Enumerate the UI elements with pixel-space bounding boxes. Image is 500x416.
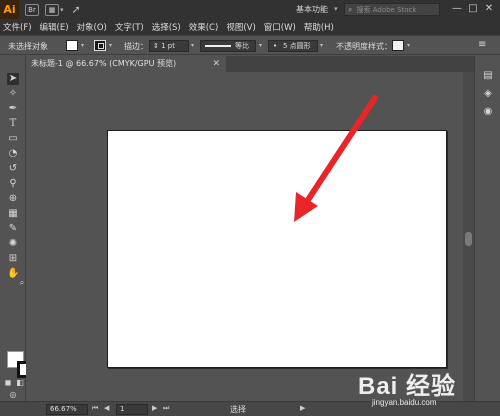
warp-tool-icon[interactable]: ⚲ — [7, 178, 19, 190]
shaper-tool-icon[interactable]: ◔ — [7, 148, 19, 160]
search-placeholder: 搜索 Adobe Stock — [356, 5, 417, 14]
stroke-label[interactable]: 描边： — [124, 41, 148, 52]
arrow-shaft — [301, 95, 378, 209]
magic-wand-icon[interactable]: ✧ — [7, 88, 19, 100]
perspective-grid-icon[interactable]: ▦ — [7, 208, 19, 220]
opacity-label[interactable]: 不透明度 — [336, 41, 368, 52]
document-tab[interactable]: 未标题-1 @ 66.67% (CMYK/GPU 预览) ✕ — [26, 56, 226, 72]
scroll-thumb[interactable] — [465, 232, 472, 246]
right-panel-dock: ▤ ◈ ◉ — [474, 56, 500, 401]
menu-window[interactable]: 窗口(W) — [264, 21, 296, 33]
close-icon[interactable]: ✕ — [212, 56, 220, 72]
menu-file[interactable]: 文件(F) — [3, 21, 32, 33]
maximize-button[interactable]: □ — [467, 3, 479, 14]
document-tab-title: 未标题-1 @ 66.67% (CMYK/GPU 预览) — [31, 59, 177, 68]
eyedropper-icon[interactable]: ✎ — [7, 223, 19, 235]
chevron-down-icon[interactable]: ▾ — [81, 42, 84, 49]
arrange-documents-icon[interactable]: ▦ — [45, 3, 59, 16]
chevron-down-icon[interactable]: ▾ — [109, 42, 112, 49]
draw-mode-icon[interactable]: ◎ — [7, 389, 19, 401]
menu-select[interactable]: 选择(S) — [152, 21, 181, 33]
panel-menu-icon[interactable]: ≡ — [478, 39, 486, 50]
last-artboard-button[interactable]: ⏭ — [163, 404, 169, 413]
style-label: 样式： — [368, 42, 392, 51]
stroke-weight-value: 1 pt — [161, 42, 175, 50]
chevron-down-icon[interactable]: ▾ — [60, 6, 64, 14]
menu-view[interactable]: 视图(V) — [226, 21, 255, 33]
scroll-left-button[interactable]: ▶ — [300, 404, 305, 412]
minimize-button[interactable]: — — [451, 3, 463, 14]
stroke-weight-input[interactable]: ⇕ 1 pt — [149, 40, 189, 52]
menu-help[interactable]: 帮助(H) — [304, 21, 334, 33]
status-bar: 66.67% ⏮ ◀ 1 ▶ ⏭ 选择 ▶ — [0, 401, 500, 416]
stock-search-input[interactable]: ⌕ 搜索 Adobe Stock — [344, 3, 440, 16]
properties-panel-icon[interactable]: ▤ — [482, 70, 494, 82]
stepper-icon: ⇕ — [153, 42, 162, 50]
menu-effect[interactable]: 效果(C) — [189, 21, 219, 33]
menu-edit[interactable]: 编辑(E) — [40, 21, 69, 33]
previous-artboard-button[interactable]: ◀ — [104, 404, 109, 412]
chevron-down-icon[interactable]: ▾ — [407, 42, 410, 49]
menu-bar: 文件(F) 编辑(E) 对象(O) 文字(T) 选择(S) 效果(C) 视图(V… — [0, 19, 500, 35]
selection-tool-icon[interactable]: ➤ — [7, 73, 19, 85]
chevron-down-icon[interactable]: ▾ — [334, 5, 338, 13]
rectangle-tool-icon[interactable]: ▭ — [7, 133, 19, 145]
app-logo: Ai — [0, 0, 19, 19]
layers-panel-icon[interactable]: ◈ — [482, 88, 494, 100]
menu-object[interactable]: 对象(O) — [77, 21, 107, 33]
artboard-number-input[interactable]: 1 — [116, 404, 148, 415]
status-mode: 选择 — [230, 405, 246, 414]
zoom-level-input[interactable]: 66.67% — [46, 404, 88, 415]
annotation-arrow — [294, 95, 378, 222]
fill-color-swatch[interactable] — [66, 40, 78, 51]
stroke-profile-label: 等比 — [235, 42, 249, 50]
artboard-tool-icon[interactable]: ⊞ — [7, 253, 19, 265]
chevron-down-icon[interactable]: ▾ — [320, 42, 323, 49]
chevron-down-icon[interactable]: ▾ — [191, 42, 194, 49]
symbol-sprayer-icon[interactable]: ✺ — [7, 238, 19, 250]
document-tab-bar: 未标题-1 @ 66.67% (CMYK/GPU 预览) ✕ — [26, 56, 474, 72]
gpu-performance-icon[interactable]: ➚ — [72, 3, 81, 16]
rotate-tool-icon[interactable]: ↺ — [7, 163, 19, 175]
type-tool-icon[interactable]: T — [7, 118, 19, 130]
search-icon: ⌕ — [348, 4, 353, 14]
gradient-mode-icon[interactable]: ◧ — [14, 377, 26, 389]
shape-builder-icon[interactable]: ⊕ — [7, 193, 19, 205]
canvas-area[interactable] — [26, 72, 463, 401]
arrow-head — [294, 192, 318, 222]
control-bar: 未选择对象 ▾ ▾ 描边： ⇕ 1 pt ▾ 等比 ▾ 5 点圆形 ▾ 不透明度… — [0, 35, 500, 55]
variable-width-profile[interactable]: 等比 — [200, 40, 256, 52]
chevron-down-icon[interactable]: ▾ — [259, 42, 262, 49]
pen-tool-icon[interactable]: ✒ — [7, 103, 19, 115]
brush-definition[interactable]: 5 点圆形 — [268, 40, 318, 52]
bridge-button[interactable]: Br — [25, 3, 39, 16]
close-window-button[interactable]: ✕ — [483, 3, 495, 14]
stroke-color-swatch[interactable] — [94, 40, 106, 51]
graphic-style-swatch[interactable] — [392, 40, 404, 51]
next-artboard-button[interactable]: ▶ — [152, 404, 157, 412]
selection-status: 未选择对象 — [8, 42, 48, 51]
menu-type[interactable]: 文字(T) — [115, 21, 144, 33]
color-mode-icon[interactable]: ◼ — [2, 377, 14, 389]
arrow-shape — [294, 95, 378, 222]
vertical-scrollbar[interactable] — [463, 72, 474, 401]
tools-panel: ➤ ✧ ✒ T ▭ ◔ ↺ ⚲ ⊕ ▦ ✎ ✺ ⊞ ✋ ⌕ ◼ ◧ ◎ — [0, 56, 34, 401]
first-artboard-button[interactable]: ⏮ — [92, 404, 98, 413]
libraries-panel-icon[interactable]: ◉ — [482, 106, 494, 118]
workspace-switcher[interactable]: 基本功能 — [296, 4, 328, 15]
